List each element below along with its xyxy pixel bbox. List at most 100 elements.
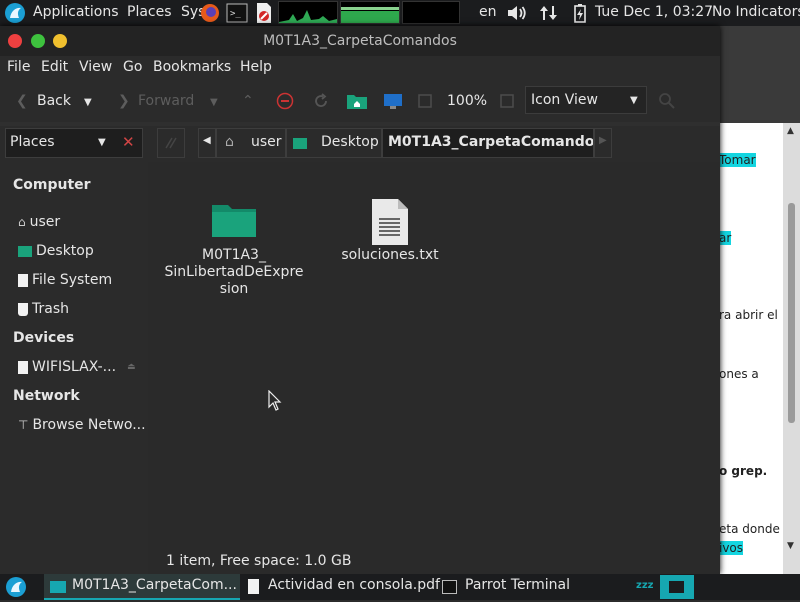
- scroll-thumb[interactable]: [788, 203, 795, 423]
- reload-icon[interactable]: [312, 92, 330, 114]
- breadcrumb-scroll-left[interactable]: ◀: [198, 128, 216, 158]
- breadcrumb-desktop[interactable]: Desktop: [286, 128, 382, 158]
- scroll-up-arrow-icon[interactable]: ▲: [787, 126, 794, 136]
- forward-history-chevron-down-icon[interactable]: ▼: [210, 97, 218, 108]
- file-name-line: SinLibertadDeExpre: [164, 264, 304, 280]
- file-view[interactable]: M0T1A3_ SinLibertadDeExpre sion solucion…: [148, 162, 720, 558]
- menu-view[interactable]: View: [79, 59, 112, 75]
- places-menu[interactable]: Places: [127, 4, 172, 20]
- document-text-line: o grep.: [719, 464, 768, 478]
- sidebar-item-user[interactable]: ⌂ user: [18, 214, 60, 230]
- taskbar-item-terminal[interactable]: Parrot Terminal: [440, 574, 590, 600]
- file-name-line: M0T1A3_: [202, 247, 266, 263]
- file-name: M0T1A3_ SinLibertadDeExpre sion: [158, 247, 310, 298]
- cpu-monitor-graph: [278, 1, 338, 24]
- forward-arrow-icon[interactable]: ❯: [118, 93, 130, 109]
- background-document-page: Tomar ar ra abrir el ones a o grep. eta …: [719, 123, 783, 575]
- mouse-cursor-icon: [268, 389, 282, 416]
- document-viewer-icon[interactable]: [254, 2, 274, 28]
- document-text-line: ones a: [719, 367, 759, 381]
- file-item-text[interactable]: soluciones.txt: [314, 198, 466, 264]
- home-icon: ⌂: [225, 134, 234, 150]
- toggle-location-entry-button[interactable]: [157, 128, 185, 158]
- back-button[interactable]: Back: [37, 93, 71, 109]
- search-icon[interactable]: [658, 92, 676, 114]
- eject-icon[interactable]: ⏏: [127, 362, 136, 372]
- file-item-folder[interactable]: M0T1A3_ SinLibertadDeExpre sion: [158, 202, 310, 298]
- battery-icon[interactable]: [572, 3, 588, 27]
- text-file-icon: [372, 199, 408, 245]
- zoom-in-icon[interactable]: [500, 94, 514, 112]
- sidebar-item-file-system[interactable]: File System: [18, 272, 112, 288]
- scroll-down-arrow-icon[interactable]: ▼: [787, 541, 794, 551]
- stop-icon[interactable]: [276, 92, 294, 114]
- document-text-line: ra abrir el: [719, 308, 778, 322]
- breadcrumb-label: user: [251, 134, 282, 150]
- taskbar-item-label: M0T1A3_CarpetaCom...: [72, 577, 237, 593]
- status-text: 1 item, Free space: 1.0 GB: [166, 553, 352, 569]
- drive-icon: [18, 273, 28, 287]
- menu-go[interactable]: Go: [123, 59, 142, 75]
- indicators-label[interactable]: No Indicators: [712, 4, 800, 20]
- taskbar-item-pdf[interactable]: Actividad en consola.pdf: [244, 574, 440, 600]
- folder-icon: [50, 581, 66, 593]
- keyboard-layout[interactable]: en: [479, 4, 497, 20]
- menu-help[interactable]: Help: [240, 59, 272, 75]
- chevron-left-icon: ◀: [203, 135, 211, 146]
- zoom-level[interactable]: 100%: [447, 93, 487, 109]
- workspace-sleep-indicator: zzz: [636, 580, 654, 591]
- menu-bar: File Edit View Go Bookmarks Help: [0, 56, 720, 80]
- back-arrow-icon[interactable]: ❮: [16, 93, 28, 109]
- document-text-line: Tomar: [719, 153, 756, 167]
- file-name: soluciones.txt: [341, 247, 439, 263]
- sidebar-item-browse-network[interactable]: ⊤ Browse Netwo...: [18, 417, 146, 433]
- sidebar-heading-network: Network: [13, 388, 80, 404]
- status-bar: 1 item, Free space: 1.0 GB: [148, 546, 720, 574]
- breadcrumb-scroll-right[interactable]: ▶: [594, 128, 612, 158]
- parrot-logo-icon[interactable]: [4, 2, 26, 24]
- clock[interactable]: Tue Dec 1, 03:27: [595, 4, 713, 20]
- view-mode-select[interactable]: Icon View ▼: [525, 86, 647, 114]
- chevron-right-icon: ▶: [599, 135, 607, 146]
- breadcrumb-label: Desktop: [321, 134, 379, 150]
- volume-icon[interactable]: [506, 4, 528, 26]
- network-monitor-graph: [402, 1, 460, 24]
- menu-edit[interactable]: Edit: [41, 59, 68, 75]
- terminal-launcher-icon[interactable]: >_: [226, 3, 248, 27]
- chevron-down-icon: ▼: [98, 137, 106, 148]
- applications-menu[interactable]: Applications: [33, 4, 119, 20]
- breadcrumb-current-folder[interactable]: M0T1A3_CarpetaComandos: [382, 128, 594, 158]
- background-document-scrollbar[interactable]: ▲ ▼: [783, 123, 800, 575]
- terminal-icon: [442, 580, 457, 594]
- breadcrumb-user[interactable]: ⌂ user: [216, 128, 286, 158]
- file-name-line: sion: [219, 281, 249, 297]
- document-text-line: ar: [719, 231, 732, 245]
- network-transfer-icon[interactable]: [538, 4, 560, 26]
- document-text-line: ivos: [719, 541, 744, 555]
- back-history-chevron-down-icon[interactable]: ▼: [84, 97, 92, 108]
- sidebar-mode-select[interactable]: Places ▼ ✕: [5, 128, 143, 158]
- document-text-line: eta donde: [719, 522, 780, 536]
- sidebar-mode-value: Places: [10, 134, 55, 150]
- firefox-launcher-icon[interactable]: [199, 2, 221, 28]
- taskbar-item-file-manager[interactable]: M0T1A3_CarpetaCom...: [44, 574, 240, 600]
- zoom-out-icon[interactable]: [418, 94, 432, 112]
- home-folder-icon[interactable]: [346, 92, 368, 114]
- forward-button[interactable]: Forward: [138, 93, 194, 109]
- folder-icon: [212, 205, 256, 237]
- sidebar-item-trash[interactable]: Trash: [18, 301, 69, 317]
- menu-file[interactable]: File: [7, 59, 30, 75]
- home-icon: ⌂: [18, 215, 26, 229]
- sidebar-item-label: WIFISLAX-...: [32, 359, 117, 375]
- computer-icon[interactable]: [382, 92, 404, 114]
- sidebar-item-desktop[interactable]: Desktop: [18, 243, 94, 259]
- usb-drive-icon: [18, 360, 28, 374]
- menu-bookmarks[interactable]: Bookmarks: [153, 59, 231, 75]
- show-desktop-parrot-icon[interactable]: [5, 576, 27, 602]
- sidebar-item-usb-device[interactable]: WIFISLAX-...: [18, 359, 116, 375]
- workspace-switcher[interactable]: [660, 575, 694, 599]
- close-sidebar-icon[interactable]: ✕: [122, 133, 135, 151]
- trash-icon: [18, 302, 28, 316]
- title-bar[interactable]: M0T1A3_CarpetaComandos: [0, 26, 720, 56]
- up-arrow-icon[interactable]: ⌃: [242, 93, 254, 109]
